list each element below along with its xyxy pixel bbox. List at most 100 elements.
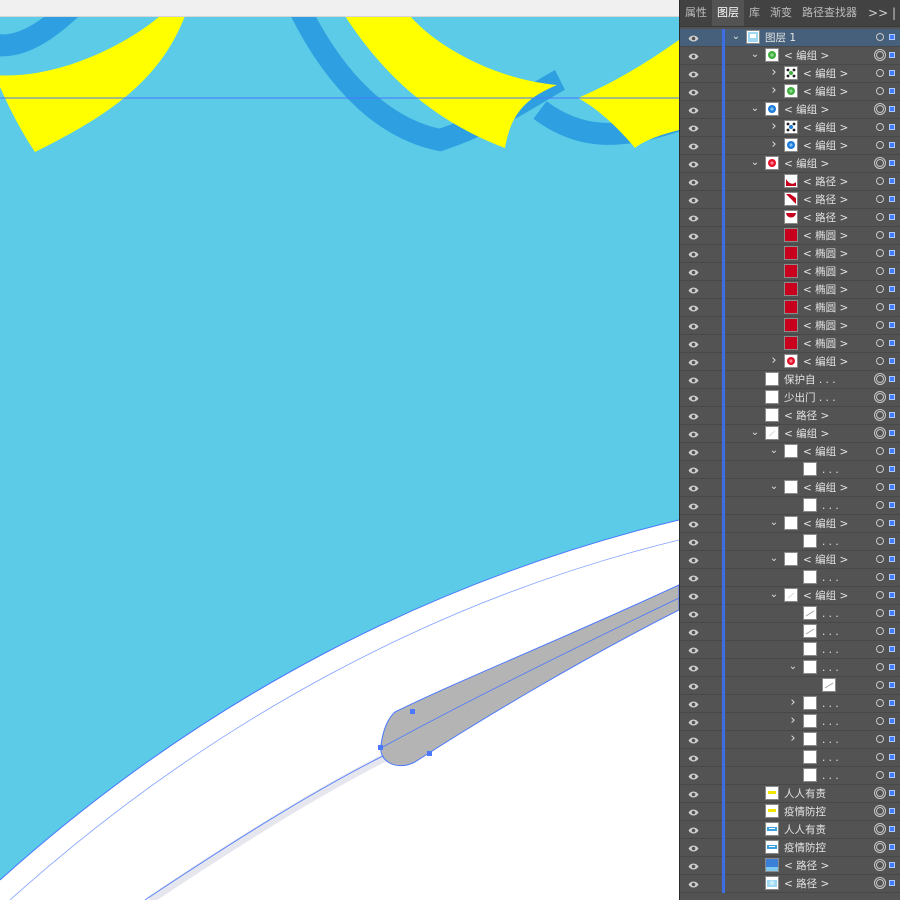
chevron-down-icon[interactable]: ⌄ xyxy=(750,49,760,61)
target-circle-icon[interactable] xyxy=(876,537,884,545)
selection-square-icon[interactable] xyxy=(889,412,895,418)
selection-square-icon[interactable] xyxy=(889,556,895,562)
layer-name[interactable]: 图层 1 xyxy=(765,29,796,47)
visibility-eye-icon[interactable] xyxy=(688,483,699,492)
layer-row[interactable]: < 椭圆 > xyxy=(680,299,900,317)
layer-name[interactable]: < 椭圆 > xyxy=(803,227,848,245)
layer-name[interactable]: . . . xyxy=(822,767,839,785)
layer-row[interactable]: 疫情防控 xyxy=(680,839,900,857)
visibility-eye-icon[interactable] xyxy=(688,807,699,816)
layer-name[interactable]: < 编组 > xyxy=(803,443,848,461)
target-circle-icon[interactable] xyxy=(876,771,884,779)
chevron-right-icon[interactable]: › xyxy=(769,120,779,133)
target-circle-icon[interactable] xyxy=(876,123,884,131)
layer-row[interactable]: 少出门 . . . xyxy=(680,389,900,407)
layer-row[interactable]: › . . . xyxy=(680,731,900,749)
chevron-down-icon[interactable]: ⌄ xyxy=(769,517,779,529)
target-circle-icon[interactable] xyxy=(876,681,884,689)
layer-name[interactable]: 疫情防控 xyxy=(784,839,826,857)
layer-row[interactable]: 保护自 . . . xyxy=(680,371,900,389)
target-circle-icon[interactable] xyxy=(874,409,886,421)
target-circle-icon[interactable] xyxy=(876,285,884,293)
chevron-down-icon[interactable]: ⌄ xyxy=(769,589,779,601)
visibility-eye-icon[interactable] xyxy=(688,105,699,114)
layer-row[interactable]: . . . xyxy=(680,461,900,479)
target-circle-icon[interactable] xyxy=(876,231,884,239)
visibility-eye-icon[interactable] xyxy=(688,789,699,798)
selection-square-icon[interactable] xyxy=(889,70,895,76)
visibility-eye-icon[interactable] xyxy=(688,843,699,852)
layer-name[interactable]: . . . xyxy=(822,569,839,587)
visibility-eye-icon[interactable] xyxy=(688,141,699,150)
selection-square-icon[interactable] xyxy=(889,826,895,832)
layer-row[interactable]: . . . xyxy=(680,623,900,641)
visibility-eye-icon[interactable] xyxy=(688,591,699,600)
visibility-eye-icon[interactable] xyxy=(688,573,699,582)
selection-square-icon[interactable] xyxy=(889,448,895,454)
selection-square-icon[interactable] xyxy=(889,844,895,850)
selection-square-icon[interactable] xyxy=(889,106,895,112)
selection-square-icon[interactable] xyxy=(889,160,895,166)
target-circle-icon[interactable] xyxy=(876,69,884,77)
selection-square-icon[interactable] xyxy=(889,574,895,580)
layer-row[interactable]: ⌄ . . . xyxy=(680,659,900,677)
visibility-eye-icon[interactable] xyxy=(688,429,699,438)
layer-row[interactable]: . . . xyxy=(680,605,900,623)
layer-name[interactable]: . . . xyxy=(822,713,839,731)
layer-name[interactable]: < 编组 > xyxy=(784,47,829,65)
layer-row[interactable]: ⌄ 图层 1 xyxy=(680,29,900,47)
layer-name[interactable]: . . . xyxy=(822,461,839,479)
selection-square-icon[interactable] xyxy=(889,520,895,526)
selection-square-icon[interactable] xyxy=(889,394,895,400)
target-circle-icon[interactable] xyxy=(876,267,884,275)
visibility-eye-icon[interactable] xyxy=(688,177,699,186)
layer-name[interactable]: < 编组 > xyxy=(803,353,848,371)
visibility-eye-icon[interactable] xyxy=(688,357,699,366)
visibility-eye-icon[interactable] xyxy=(688,717,699,726)
tab-4[interactable]: 路径查找器 xyxy=(797,0,862,26)
target-circle-icon[interactable] xyxy=(874,841,886,853)
layer-row[interactable]: 疫情防控 xyxy=(680,803,900,821)
selection-square-icon[interactable] xyxy=(889,88,895,94)
selection-square-icon[interactable] xyxy=(889,538,895,544)
layer-row[interactable]: ⌄ < 编组 > xyxy=(680,587,900,605)
selection-square-icon[interactable] xyxy=(889,754,895,760)
layer-row[interactable]: › < 编组 > xyxy=(680,137,900,155)
selection-square-icon[interactable] xyxy=(889,736,895,742)
layer-row[interactable]: . . . xyxy=(680,497,900,515)
layer-name[interactable]: < 椭圆 > xyxy=(803,245,848,263)
target-circle-icon[interactable] xyxy=(874,103,886,115)
visibility-eye-icon[interactable] xyxy=(688,285,699,294)
tab-3[interactable]: 渐变 xyxy=(765,0,797,26)
visibility-eye-icon[interactable] xyxy=(688,663,699,672)
visibility-eye-icon[interactable] xyxy=(688,393,699,402)
chevron-down-icon[interactable]: ⌄ xyxy=(769,553,779,565)
visibility-eye-icon[interactable] xyxy=(688,465,699,474)
layer-name[interactable]: < 路径 > xyxy=(784,875,829,893)
target-circle-icon[interactable] xyxy=(874,49,886,61)
layer-name[interactable]: 疫情防控 xyxy=(784,803,826,821)
layer-row[interactable]: < 椭圆 > xyxy=(680,227,900,245)
visibility-eye-icon[interactable] xyxy=(688,375,699,384)
layer-row[interactable]: › . . . xyxy=(680,713,900,731)
visibility-eye-icon[interactable] xyxy=(688,339,699,348)
visibility-eye-icon[interactable] xyxy=(688,879,699,888)
layer-row[interactable]: ⌄ < 编组 > xyxy=(680,155,900,173)
target-circle-icon[interactable] xyxy=(876,699,884,707)
target-circle-icon[interactable] xyxy=(874,787,886,799)
target-circle-icon[interactable] xyxy=(876,177,884,185)
layer-name[interactable]: < 编组 > xyxy=(784,155,829,173)
target-circle-icon[interactable] xyxy=(874,427,886,439)
selection-square-icon[interactable] xyxy=(889,142,895,148)
chevron-right-icon[interactable]: › xyxy=(788,696,798,709)
selection-square-icon[interactable] xyxy=(889,232,895,238)
target-circle-icon[interactable] xyxy=(874,373,886,385)
visibility-eye-icon[interactable] xyxy=(688,51,699,60)
target-circle-icon[interactable] xyxy=(876,663,884,671)
visibility-eye-icon[interactable] xyxy=(688,825,699,834)
target-circle-icon[interactable] xyxy=(876,465,884,473)
layer-name[interactable]: . . . xyxy=(822,605,839,623)
chevron-down-icon[interactable]: ⌄ xyxy=(769,481,779,493)
visibility-eye-icon[interactable] xyxy=(688,87,699,96)
target-circle-icon[interactable] xyxy=(876,483,884,491)
